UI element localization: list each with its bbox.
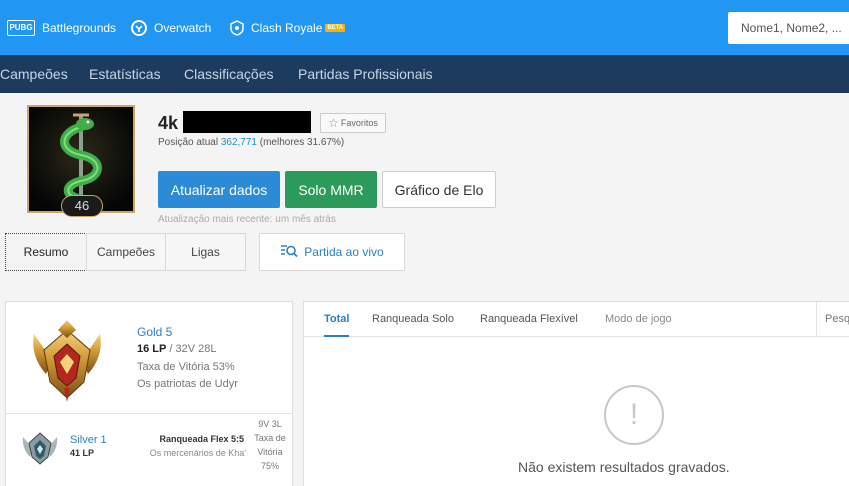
favorite-button[interactable]: ☆ Favoritos [320, 113, 386, 133]
filter-game-mode[interactable]: Modo de jogo [605, 302, 672, 337]
solo-lp: 16 LP [137, 343, 167, 355]
solo-record: / 32V 28L [166, 343, 217, 355]
solo-lp-record: 16 LP / 32V 28L [137, 343, 217, 355]
flex-stats: 9V 3L Taxa de Vitória 75% [250, 417, 290, 473]
flex-winrate-label: Taxa de Vitória [254, 433, 286, 457]
flex-queue-name: Ranqueada Flex 5:5 [159, 434, 244, 444]
gold-tier-emblem-icon [28, 316, 106, 404]
beta-badge: BETA [325, 23, 346, 32]
card-divider [6, 413, 292, 414]
game-label: Battlegrounds [42, 20, 117, 35]
update-data-button[interactable]: Atualizar dados [158, 171, 280, 208]
nav-item-partidas-profissionais[interactable]: Partidas Profissionais [298, 55, 433, 93]
filter-ranked-flex[interactable]: Ranqueada Flexível [480, 302, 578, 337]
flex-record: 9V 3L [258, 419, 282, 429]
ladder-rank: Posição atual 362,771 (melhores 31.67%) [158, 137, 344, 148]
nav-item-campeoes[interactable]: Campeões [0, 55, 68, 93]
tab-campeoes[interactable]: Campeões [86, 233, 166, 271]
solo-winrate: Taxa de Vitória 53% [137, 361, 235, 373]
game-bar: PUBG Battlegrounds Overwatch Clash Royal… [0, 0, 849, 55]
tab-resumo[interactable]: Resumo [5, 233, 87, 271]
last-update-text: Atualização mais recente: um mês atrás [158, 214, 336, 225]
live-search-icon [280, 244, 298, 261]
pubg-icon: PUBG [7, 19, 35, 36]
flex-lp: 41 LP [70, 448, 95, 458]
flex-tier: Silver 1 [70, 434, 107, 446]
star-icon: ☆ [328, 116, 339, 130]
filter-search-input[interactable]: Pesq [825, 302, 849, 337]
match-history-panel: Total Ranqueada Solo Ranqueada Flexível … [303, 301, 849, 486]
empty-results-message: Não existem resultados gravados. [518, 459, 730, 475]
summoner-search-input[interactable] [728, 12, 849, 44]
game-link-overwatch[interactable]: Overwatch [131, 0, 211, 55]
summoner-level-badge: 46 [61, 195, 103, 217]
flex-winrate: 75% [260, 461, 279, 471]
rank-card: Gold 5 16 LP / 32V 28L Taxa de Vitória 5… [5, 301, 293, 486]
game-label: Clash Royale [251, 20, 323, 35]
overwatch-icon [131, 19, 147, 36]
solo-mmr-button[interactable]: Solo MMR [285, 171, 377, 208]
game-link-battlegrounds[interactable]: PUBG Battlegrounds [7, 0, 116, 55]
ladder-rank-prefix: Posição atual [158, 137, 219, 148]
summoner-name: 4k [158, 113, 179, 133]
filter-divider [816, 302, 817, 337]
game-link-clash-royale[interactable]: Clash Royale BETA [230, 0, 346, 55]
solo-tier: Gold 5 [137, 325, 173, 339]
nav-item-classificacoes[interactable]: Classificações [184, 55, 273, 93]
exclamation-icon: ! [604, 385, 664, 445]
solo-league-name: Os patriotas de Udyr [137, 378, 238, 390]
ladder-rank-position[interactable]: 362,771 [221, 137, 257, 148]
flex-league-name: Os mercenários de Kha' [149, 448, 246, 458]
queue-filter-bar: Total Ranqueada Solo Ranqueada Flexível … [304, 302, 849, 337]
filter-total[interactable]: Total [324, 302, 350, 337]
filter-ranked-solo[interactable]: Ranqueada Solo [372, 302, 454, 337]
clash-royale-icon [230, 19, 244, 36]
name-redaction [183, 111, 311, 133]
elo-chart-button[interactable]: Gráfico de Elo [382, 171, 496, 208]
tab-live-label: Partida ao vivo [304, 245, 384, 259]
tab-live-game[interactable]: Partida ao vivo [259, 233, 405, 271]
nav-item-estatisticas[interactable]: Estatísticas [89, 55, 161, 93]
game-label: Overwatch [154, 20, 212, 35]
silver-tier-emblem-icon [20, 427, 60, 467]
favorite-label: Favoritos [340, 118, 378, 128]
tab-ligas[interactable]: Ligas [165, 233, 246, 271]
ladder-rank-percentile: (melhores 31.67%) [259, 137, 345, 148]
main-nav: Campeões Estatísticas Classificações Par… [0, 55, 849, 93]
